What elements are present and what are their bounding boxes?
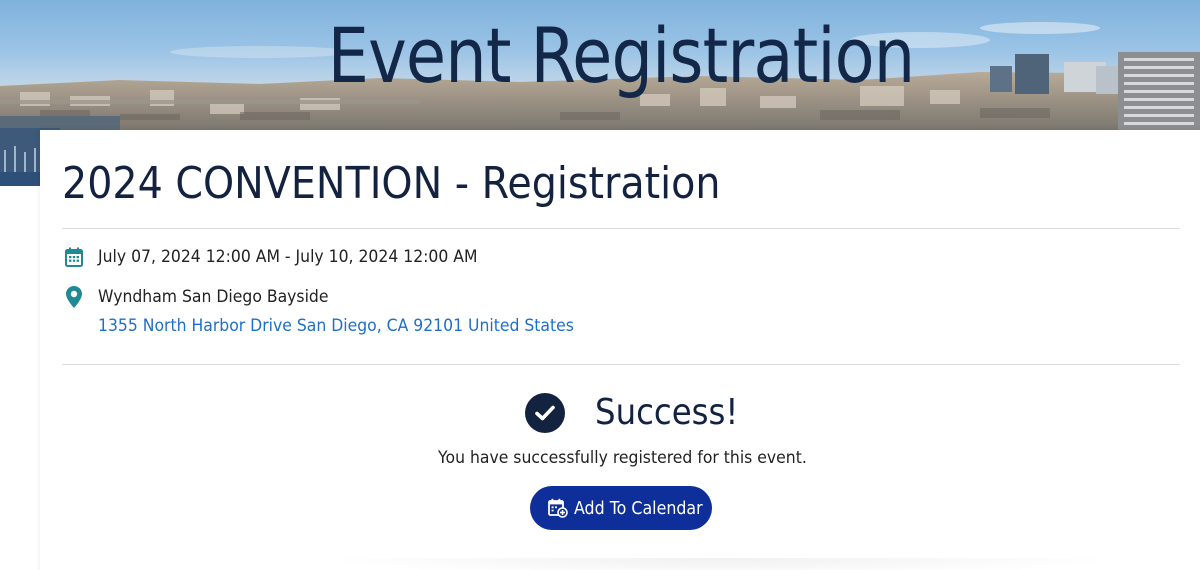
registration-card: 2024 CONVENTION - Registration July 07, … — [40, 130, 1200, 570]
success-heading-row: Success! — [525, 392, 754, 433]
calendar-add-icon — [548, 498, 568, 518]
check-circle-icon — [525, 392, 565, 433]
map-pin-icon — [64, 286, 84, 308]
divider — [62, 364, 1180, 365]
add-to-calendar-button[interactable]: Add To Calendar — [530, 486, 712, 530]
event-venue-row: Wyndham San Diego Bayside — [64, 286, 349, 308]
page: Event Registration 2024 CONVENTION - Reg… — [0, 0, 1200, 570]
event-date-range: July 07, 2024 12:00 AM - July 10, 2024 1… — [98, 247, 478, 267]
venue-name: Wyndham San Diego Bayside — [98, 287, 329, 307]
success-heading: Success! — [595, 392, 739, 433]
venue-address-link[interactable]: 1355 North Harbor Drive San Diego, CA 92… — [98, 316, 574, 336]
event-date-row: July 07, 2024 12:00 AM - July 10, 2024 1… — [64, 246, 511, 268]
add-to-calendar-label: Add To Calendar — [574, 497, 703, 519]
banner-title: Event Registration — [327, 11, 916, 100]
card-footer-shadow — [320, 558, 1120, 570]
success-message: You have successfully registered for thi… — [437, 448, 807, 468]
success-message-row: You have successfully registered for thi… — [40, 448, 1200, 468]
divider — [62, 228, 1180, 229]
calendar-icon — [64, 246, 84, 268]
event-title: 2024 CONVENTION - Registration — [62, 158, 721, 209]
